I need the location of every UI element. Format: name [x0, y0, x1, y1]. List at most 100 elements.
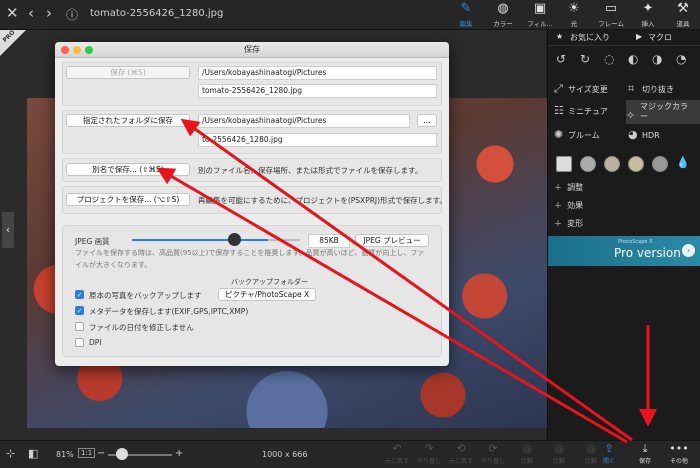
flip-icon[interactable]: ◐	[628, 52, 638, 66]
magic-wand-icon: ✧	[626, 109, 636, 122]
undo-all-button[interactable]: ⟲ 元に戻す	[446, 442, 476, 465]
frame-icon: ▭	[604, 1, 618, 16]
save-to-folder-button[interactable]: 指定されたフォルダに保存	[66, 114, 190, 127]
pro-version-banner[interactable]: PhotoScape X Pro version ›	[548, 236, 700, 266]
open-icon: ⇪	[604, 442, 614, 455]
undo-button[interactable]: ↶ 元に戻す	[382, 442, 412, 465]
backup-original-checkbox[interactable]: ✓	[75, 290, 84, 299]
right-panel: ★ お気に入り ▶ マクロ ↺ ↻ ◌ ◐ ◑ ◔ ⤢ サイズ変更 ⌗ 切り抜き ☷…	[547, 30, 700, 440]
zoom-out-icon[interactable]: −	[97, 448, 105, 459]
backup-original-label: 原本の写真をバックアップします	[89, 291, 202, 300]
accordion-effect[interactable]: ＋ 効果	[554, 200, 583, 211]
dialog-title: 保存	[244, 45, 260, 54]
back-icon[interactable]: ‹	[28, 4, 34, 22]
jpeg-preview-button[interactable]: JPEG プレビュー	[355, 234, 429, 247]
undo-all-icon: ⟲	[456, 442, 466, 455]
save-as-button[interactable]: 別名で保存... (⇧⌘S)	[66, 163, 190, 176]
macro-play-icon: ▶	[636, 32, 643, 41]
save-as-description: 別のファイル名、保存場所、または形式でファイルを保存します。	[198, 166, 423, 175]
folder-path-field[interactable]: /Users/kobayashinaatogi/Pictures	[198, 114, 410, 128]
straighten-icon[interactable]: ◌	[604, 52, 614, 66]
jpeg-quality-handle[interactable]	[228, 233, 241, 246]
close-icon[interactable]: ✕	[6, 4, 19, 22]
download-icon: ⤓	[642, 442, 648, 455]
tab-tools[interactable]: ⚒ 道具	[666, 1, 700, 29]
jpeg-quality-track	[268, 239, 300, 241]
accordion-transform[interactable]: ＋ 変形	[554, 218, 583, 229]
rotate-left-icon[interactable]: ↺	[556, 52, 566, 66]
filter-presets: 💧	[548, 154, 700, 176]
tab-edit[interactable]: ✎ 編集	[449, 1, 483, 29]
tab-frame[interactable]: ▭ フレーム	[594, 1, 628, 29]
drop-icon[interactable]: 💧	[676, 156, 692, 172]
resize-icon: ⤢	[554, 82, 563, 95]
tab-insert[interactable]: ✦ 挿入	[631, 1, 665, 29]
minimize-window-icon[interactable]	[73, 46, 81, 54]
bloom-button[interactable]: ✺ ブルーム	[554, 126, 600, 144]
dpi-checkbox[interactable]	[75, 338, 84, 347]
tab-color[interactable]: ◍ カラー	[486, 1, 520, 29]
zoom-window-icon[interactable]	[85, 46, 93, 54]
tab-filter[interactable]: ▣ フィル...	[523, 1, 557, 29]
fit-button[interactable]: 1:1	[78, 448, 96, 458]
redo-all-button[interactable]: ⟳ やり直し	[478, 442, 508, 465]
miniature-button[interactable]: ☷ ミニチュア	[554, 102, 608, 120]
rotate-right-icon[interactable]: ↻	[580, 52, 590, 66]
dpi-label: DPI	[89, 338, 102, 347]
redo-icon: ↷	[424, 442, 434, 455]
close-window-icon[interactable]	[61, 46, 69, 54]
preset-2-icon[interactable]	[604, 156, 620, 172]
tab-light[interactable]: ☀ 光	[557, 1, 591, 29]
app-window: ✕ ‹ › ⓘ tomato-2556426_1280.jpg ✎ 編集 ◍ カ…	[0, 0, 700, 468]
open-button[interactable]: ⇪ 開く	[594, 442, 624, 465]
save-metadata-checkbox[interactable]: ✓	[75, 306, 84, 315]
favorites-star-icon: ★	[556, 32, 564, 41]
filter-icon: ▣	[533, 1, 547, 16]
keep-date-label: ファイルの日付を修正しません	[89, 323, 194, 332]
dialog-titlebar: 保存	[55, 42, 449, 58]
folder-file-field[interactable]: to-2556426_1280.jpg	[198, 133, 437, 147]
zoom-in-icon[interactable]: +	[175, 448, 183, 459]
perspective-icon[interactable]: ◔	[676, 52, 686, 66]
split-view-icon[interactable]: ◧	[28, 447, 38, 460]
tab-macro[interactable]: マクロ	[648, 32, 672, 43]
file-size-field: 85KB	[308, 234, 350, 248]
compare-button[interactable]: ◎ 比較	[512, 442, 542, 465]
color-icon: ◍	[497, 1, 509, 16]
backup-folder-button[interactable]: ピクチャ/PhotoScape X	[218, 288, 316, 301]
magic-color-button[interactable]: ✧マジックカラー	[626, 100, 700, 124]
compare-icon: ◎	[522, 442, 532, 455]
redo-button[interactable]: ↷ やり直し	[414, 442, 444, 465]
resize-button[interactable]: ⤢ サイズ変更	[554, 80, 608, 98]
chevron-right-icon: ›	[682, 244, 695, 257]
save-dialog: 保存 保存 (⌘S) /Users/kobayashinaatogi/Pictu…	[55, 42, 449, 366]
redo-all-icon: ⟳	[488, 442, 498, 455]
jpeg-quality-slider[interactable]	[132, 239, 268, 241]
list-icon[interactable]	[556, 156, 572, 172]
crop-button[interactable]: ⌗ 切り抜き	[628, 80, 674, 98]
keep-date-checkbox[interactable]	[75, 322, 84, 331]
more-button[interactable]: ••• その他	[664, 442, 694, 465]
hdr-button[interactable]: ◕ HDR	[628, 126, 660, 144]
tab-favorites[interactable]: お気に入り	[570, 32, 610, 43]
grid-icon[interactable]: ⊹	[6, 447, 15, 460]
zoom-slider-handle[interactable]	[116, 448, 128, 460]
chevron-left-icon[interactable]: ‹	[2, 212, 14, 248]
save-project-button[interactable]: プロジェクトを保存... (⌥⇧S)	[66, 193, 190, 206]
save-overwrite-button[interactable]: 保存 (⌘S)	[66, 66, 190, 79]
preset-4-icon[interactable]	[652, 156, 668, 172]
preset-1-icon[interactable]	[580, 156, 596, 172]
forward-icon[interactable]: ›	[46, 4, 52, 22]
info-icon[interactable]: ⓘ	[66, 6, 78, 23]
preset-3-icon[interactable]	[628, 156, 644, 172]
save-button[interactable]: ⤓ 保存	[630, 442, 660, 465]
flip-vertical-icon[interactable]: ◑	[652, 52, 662, 66]
browse-folder-button[interactable]: ...	[417, 114, 437, 127]
accordion-adjust[interactable]: ＋ 調整	[554, 182, 583, 193]
current-path-field: /Users/kobayashinaatogi/Pictures	[198, 66, 437, 80]
image-dimensions: 1000 x 666	[262, 450, 308, 459]
tools-icon: ⚒	[677, 1, 689, 16]
compare-split-button[interactable]: ◎ 比較	[544, 442, 574, 465]
bloom-icon: ✺	[554, 128, 564, 141]
jpeg-quality-label: JPEG 画質	[75, 237, 110, 246]
